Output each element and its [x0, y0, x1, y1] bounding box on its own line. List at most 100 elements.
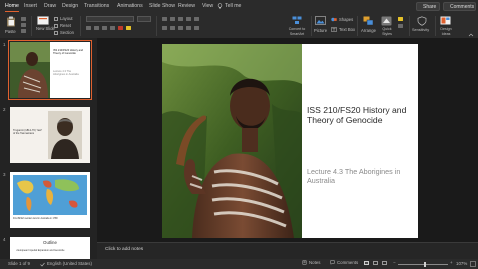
tell-me-search[interactable]: Tell me — [225, 3, 241, 9]
bullets-icon[interactable] — [162, 17, 167, 21]
thumbnail-bullet: • European Imperial Expansion and Genoci… — [16, 249, 65, 252]
font-name-dropdown[interactable] — [86, 16, 134, 22]
new-slide-label: New Slide — [36, 26, 55, 31]
convert-to-smartart-button[interactable]: Convert to SmartArt — [285, 15, 309, 36]
shapes-icon — [331, 17, 337, 22]
view-switcher — [364, 261, 387, 265]
quick-styles-button[interactable]: Quick Styles — [378, 15, 396, 36]
current-slide[interactable]: ISS 210/FS20 History and Theory of Genoc… — [162, 44, 418, 238]
section-label: Section — [60, 30, 74, 35]
slide-thumbnail-2[interactable]: Truganini (1812-76) “last” of the Tasman… — [10, 107, 90, 163]
underline-icon[interactable] — [102, 26, 107, 30]
comment-icon — [330, 260, 335, 265]
tab-insert[interactable]: Insert — [24, 3, 37, 9]
bold-icon[interactable] — [86, 26, 91, 30]
shapes-button[interactable]: Shapes — [331, 17, 353, 22]
arrange-icon — [363, 16, 374, 26]
comments-label: Comments — [450, 3, 475, 10]
font-style-tools — [86, 26, 131, 30]
tab-animations[interactable]: Animations — [117, 3, 143, 9]
convert-to-smartart-label: Convert to SmartArt — [288, 27, 306, 36]
fit-to-window-icon[interactable] — [470, 261, 476, 267]
slide-thumbnail-4[interactable]: Outline • European Imperial Expansion an… — [10, 237, 90, 259]
italic-icon[interactable] — [94, 26, 99, 30]
cut-icon[interactable] — [21, 17, 26, 21]
paste-label: Paste — [5, 29, 16, 34]
slide-thumbnail-1[interactable]: ISS 210/FS20 History and Theory of Genoc… — [8, 40, 92, 100]
notes-placeholder[interactable]: Click to add notes — [105, 247, 143, 252]
sensitivity-icon — [417, 16, 427, 26]
thumbnail-subtitle: Lecture 4.3 The Aborigines in Australia — [53, 70, 79, 77]
share-button[interactable]: Share — [416, 2, 440, 11]
highlight-icon[interactable] — [126, 26, 131, 30]
normal-view-icon[interactable] — [364, 261, 369, 265]
shape-outline-icon[interactable] — [398, 24, 403, 28]
clipboard-tools — [21, 17, 26, 33]
spellcheck-icon[interactable] — [40, 262, 45, 267]
comments-toggle-button[interactable]: Comments — [330, 260, 358, 265]
quick-styles-icon — [381, 16, 392, 26]
notes-toggle-button[interactable]: Notes — [302, 260, 320, 265]
thumbnail-number: 4 — [3, 237, 6, 242]
tab-review[interactable]: Review — [178, 3, 195, 9]
zoom-slider-thumb[interactable] — [424, 261, 427, 267]
decrease-indent-icon[interactable] — [178, 17, 183, 21]
sensitivity-label: Sensitivity — [412, 28, 430, 32]
tab-draw[interactable]: Draw — [44, 3, 56, 9]
text-box-label: Text Box — [339, 27, 356, 32]
copy-icon[interactable] — [21, 23, 26, 27]
arrange-button[interactable]: Arrange — [361, 15, 377, 36]
zoom-slider[interactable] — [398, 261, 448, 267]
thumbnail-photo — [10, 42, 50, 98]
align-left-icon[interactable] — [162, 26, 167, 30]
design-ideas-label: Design Ideas — [440, 27, 452, 36]
reading-view-icon[interactable] — [382, 261, 387, 265]
tab-design[interactable]: Design — [62, 3, 78, 9]
slide-title[interactable]: ISS 210/FS20 History and Theory of Genoc… — [307, 105, 412, 125]
thumbnail-caption: First British settlers land in Australia… — [13, 218, 58, 220]
slide-photo[interactable] — [162, 44, 302, 238]
collapse-ribbon-icon[interactable] — [468, 33, 474, 37]
design-ideas-button[interactable]: Design Ideas — [437, 15, 455, 36]
notes-pane[interactable]: Click to add notes — [97, 242, 478, 259]
paragraph-tools-row1 — [162, 17, 199, 21]
thumbnail-world-map — [13, 175, 87, 215]
slide-thumbnail-3[interactable]: First British settlers land in Australia… — [10, 172, 90, 228]
sensitivity-button[interactable]: Sensitivity — [412, 15, 432, 36]
slide-subtitle[interactable]: Lecture 4.3 The Aborigines in Australia — [307, 167, 412, 186]
slide-sorter-icon[interactable] — [373, 261, 378, 265]
increase-indent-icon[interactable] — [186, 17, 191, 21]
picture-button[interactable]: Picture — [314, 15, 328, 36]
zoom-in-button[interactable]: + — [450, 260, 453, 265]
columns-icon[interactable] — [194, 26, 199, 30]
picture-icon — [315, 16, 326, 25]
align-center-icon[interactable] — [170, 26, 175, 30]
numbering-icon[interactable] — [170, 17, 175, 21]
justify-icon[interactable] — [186, 26, 191, 30]
font-color-icon[interactable] — [118, 26, 123, 30]
line-spacing-icon[interactable] — [194, 17, 199, 21]
section-button[interactable]: Section — [54, 30, 74, 35]
zoom-level[interactable]: 107% — [456, 261, 467, 266]
comments-button[interactable]: Comments — [443, 2, 476, 11]
slide-counter: Slide 1 of 9 — [8, 261, 30, 266]
format-painter-icon[interactable] — [21, 29, 26, 33]
paragraph-tools-row2 — [162, 26, 199, 30]
new-slide-button[interactable]: New Slide — [36, 15, 55, 36]
reset-button[interactable]: Reset — [54, 23, 71, 28]
text-box-button[interactable]: Text Box — [331, 27, 355, 32]
tab-transitions[interactable]: Transitions — [84, 3, 109, 9]
thumbnail-number: 3 — [3, 172, 6, 177]
language-indicator[interactable]: English (United States) — [47, 261, 92, 266]
tab-view[interactable]: View — [202, 3, 213, 9]
align-right-icon[interactable] — [178, 26, 183, 30]
font-size-dropdown[interactable] — [137, 16, 151, 22]
shape-fill-icon[interactable] — [398, 17, 403, 21]
strikethrough-icon[interactable] — [110, 26, 115, 30]
zoom-out-button[interactable]: − — [393, 260, 396, 265]
layout-button[interactable]: Layout — [54, 16, 73, 21]
tab-home[interactable]: Home — [5, 3, 19, 12]
paste-button[interactable]: Paste — [4, 15, 18, 36]
section-icon — [54, 30, 58, 35]
tab-slide-show[interactable]: Slide Show — [149, 3, 175, 9]
